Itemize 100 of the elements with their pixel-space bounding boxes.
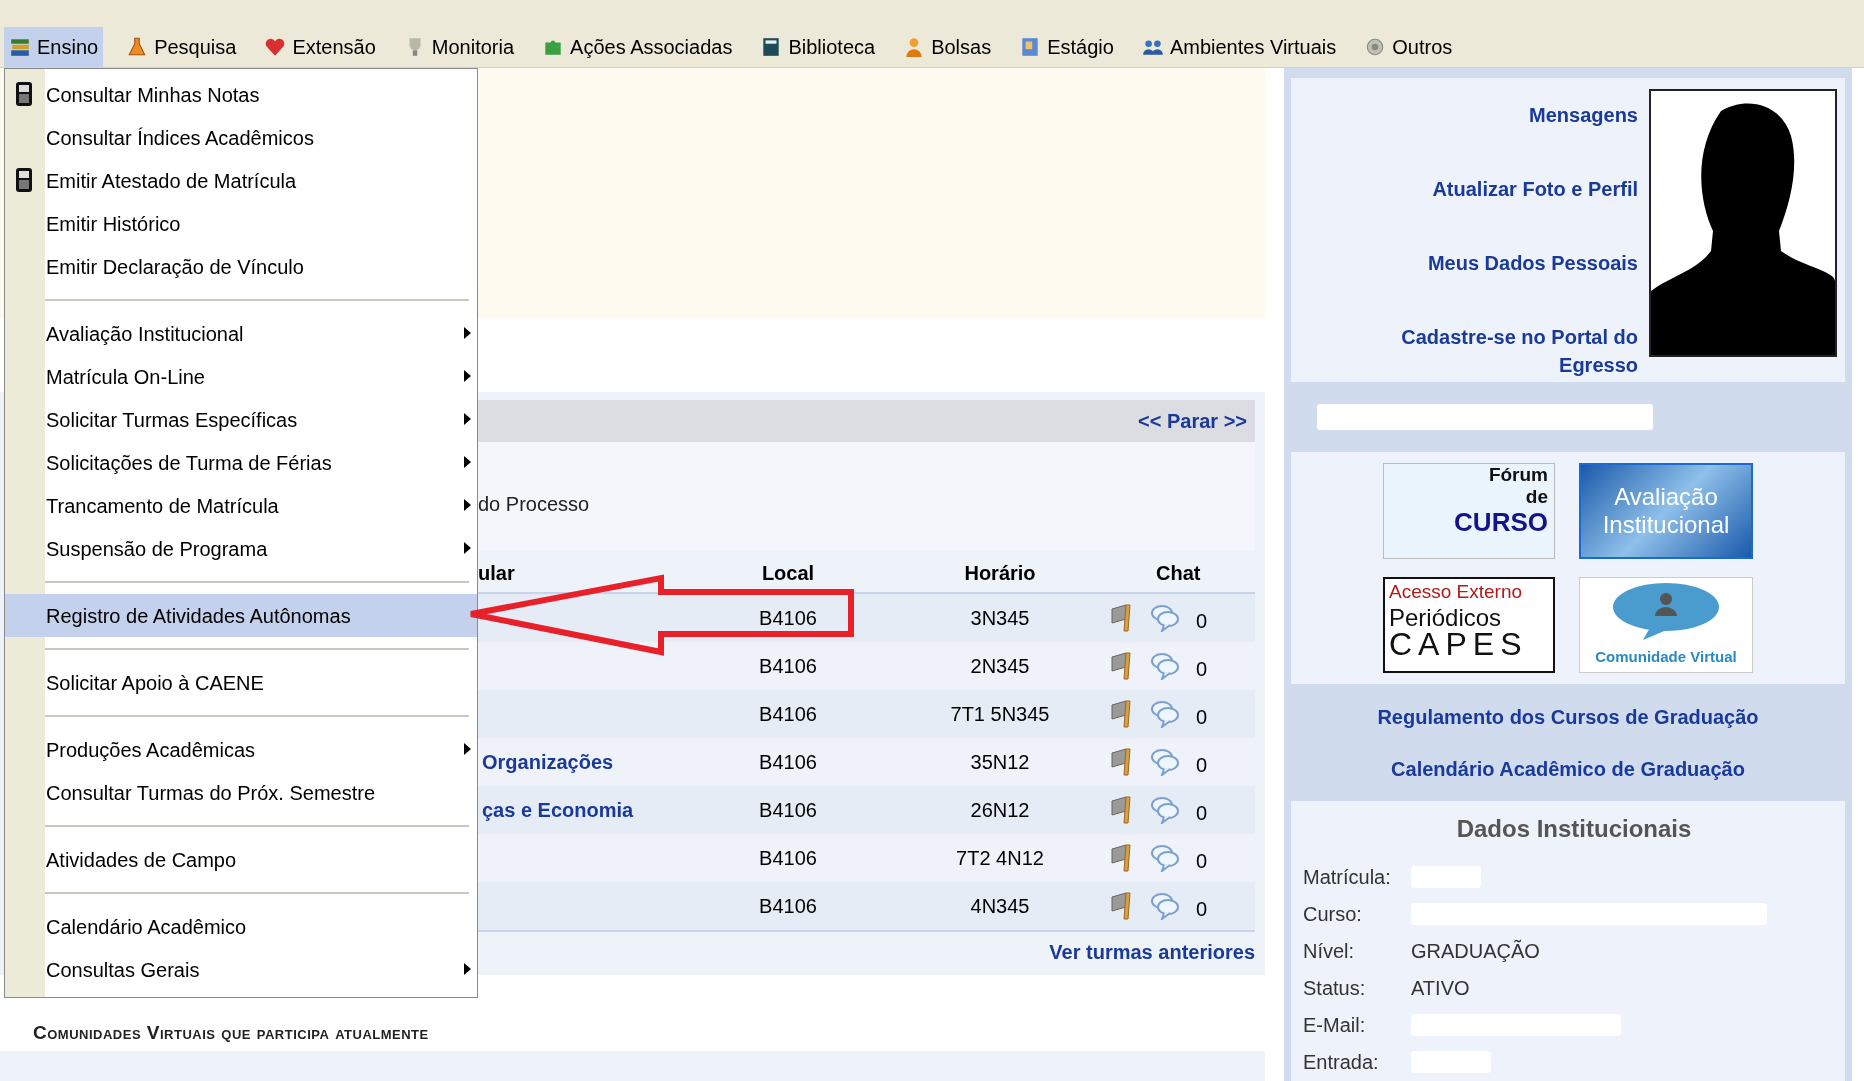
people-bubble-icon — [1611, 581, 1721, 640]
speech-bubbles-icon[interactable] — [1150, 652, 1180, 680]
speech-bubbles-icon[interactable] — [1150, 892, 1180, 920]
table-cell: B4106 — [759, 655, 817, 677]
menu-item[interactable]: Consultar Minhas Notas — [5, 73, 477, 116]
chat-count: 0 — [1196, 801, 1208, 826]
speech-bubbles-icon[interactable] — [1150, 604, 1180, 632]
menu-tab[interactable]: Outros — [1359, 27, 1458, 67]
forum-banner[interactable]: Fórum de CURSO — [1383, 463, 1555, 560]
speech-bubbles-icon[interactable] — [1150, 700, 1180, 728]
field-label: Curso: — [1303, 902, 1363, 928]
submenu-arrow-icon — [464, 542, 471, 554]
menu-item[interactable]: Calendário Acadêmico — [5, 905, 477, 948]
menu-item[interactable]: Suspensão de Programa — [5, 527, 477, 570]
column-header: ular — [478, 562, 515, 584]
menu-item[interactable]: Emitir Atestado de Matrícula — [5, 159, 477, 202]
menu-tab[interactable]: Ações Associadas — [537, 27, 738, 67]
submenu-arrow-icon — [464, 370, 471, 382]
chat-count: 0 — [1196, 849, 1208, 874]
submenu-arrow-icon — [464, 743, 471, 755]
menu-item[interactable]: Consultas Gerais — [5, 948, 477, 991]
menu-tab[interactable]: Bolsas — [898, 27, 997, 67]
table-cell: B4106 — [759, 847, 817, 869]
menu-item[interactable]: Produções Acadêmicas — [5, 728, 477, 771]
menu-item[interactable]: Avaliação Institucional — [5, 312, 477, 355]
menu-item[interactable]: Emitir Declaração de Vínculo — [5, 245, 477, 288]
column-header: Chat — [1156, 562, 1201, 584]
phone-icon — [15, 81, 33, 107]
menu-item[interactable]: Registro de Atividades Autônomas — [5, 594, 477, 637]
menu-tab[interactable]: Ensino — [4, 27, 104, 67]
chat-count: 0 — [1196, 705, 1208, 730]
menu-item[interactable]: Consultar Turmas do Próx. Semestre — [5, 771, 477, 814]
menu-tab[interactable]: Monitoria — [398, 27, 520, 67]
profile-link[interactable]: Meus Dados Pessoais — [1338, 249, 1638, 277]
table-cell: 35N12 — [970, 751, 1030, 773]
submenu-arrow-icon — [464, 327, 471, 339]
submenu-arrow-icon — [464, 413, 471, 425]
chat-count: 0 — [1196, 753, 1208, 778]
submenu-arrow-icon — [464, 963, 471, 975]
flag-icon[interactable] — [1108, 651, 1134, 681]
speech-bubbles-icon[interactable] — [1150, 796, 1180, 824]
field-label: Entrada: — [1303, 1050, 1380, 1076]
history-link[interactable]: Ver turmas anteriores — [1049, 937, 1255, 967]
table-cell: B4106 — [759, 751, 817, 773]
table-cell: 4N345 — [970, 895, 1030, 917]
menu-item[interactable]: Matrícula On-Line — [5, 355, 477, 398]
chat-count: 0 — [1196, 657, 1208, 682]
table-cell: B4106 — [759, 895, 817, 917]
speech-bubbles-icon[interactable] — [1150, 844, 1180, 872]
page-link[interactable]: Calendário Acadêmico de Graduação — [1391, 753, 1745, 784]
capes-banner[interactable]: Acesso Externo Periódicos CAPES — [1383, 577, 1555, 674]
table-cell: 7T2 4N12 — [956, 847, 1044, 869]
submenu-arrow-icon — [464, 499, 471, 511]
table-cell: B4106 — [759, 607, 817, 629]
flag-icon[interactable] — [1108, 699, 1134, 729]
chat-count: 0 — [1196, 897, 1208, 922]
nav-link[interactable]: << Parar >> — [1138, 406, 1247, 436]
flag-icon[interactable] — [1108, 891, 1134, 921]
info-text: do Processo — [478, 492, 590, 517]
flag-icon[interactable] — [1108, 795, 1134, 825]
menu-item[interactable]: Atividades de Campo — [5, 838, 477, 881]
speech-bubbles-icon[interactable] — [1150, 748, 1180, 776]
flag-icon[interactable] — [1108, 843, 1134, 873]
menu-tab[interactable]: Ambientes Virtuais — [1136, 27, 1342, 67]
menu-item[interactable]: Emitir Histórico — [5, 202, 477, 245]
table-cell: 26N12 — [970, 799, 1030, 821]
field-label: E-Mail: — [1303, 1013, 1367, 1039]
column-header: Horário — [964, 562, 1036, 584]
column-header: Local — [761, 562, 815, 584]
table-cell: B4106 — [759, 799, 817, 821]
table-cell: 3N345 — [970, 607, 1030, 629]
flag-icon[interactable] — [1108, 747, 1134, 777]
card-title: Dados Institucionais — [1456, 815, 1692, 842]
field-value: GRADUAÇÃO — [1411, 938, 1540, 965]
menu-tab[interactable]: Extensão — [259, 27, 381, 67]
menu-item[interactable]: Trancamento de Matrícula — [5, 484, 477, 527]
community-banner[interactable]: Comunidade Virtual — [1579, 577, 1753, 674]
menu-item[interactable]: Solicitar Turmas Específicas — [5, 398, 477, 441]
course-link[interactable]: ças e Economia — [478, 799, 634, 821]
menu-tab[interactable]: Pesquisa — [121, 27, 242, 67]
section-heading: Comunidades Virtuais que participa atualmente — [33, 1020, 429, 1045]
profile-link[interactable]: Atualizar Foto e Perfil — [1338, 175, 1638, 203]
course-link[interactable]: Organizações — [478, 751, 614, 773]
field-value: ATIVO — [1411, 976, 1470, 1002]
page-link[interactable]: Regulamento dos Cursos de Graduação — [1377, 701, 1759, 732]
flag-icon[interactable] — [1108, 603, 1134, 633]
menu-tab[interactable]: Estágio — [1014, 27, 1119, 67]
chat-count: 0 — [1196, 609, 1208, 634]
menu-tab[interactable]: Biblioteca — [755, 27, 881, 67]
menu-item[interactable]: Consultar Índices Acadêmicos — [5, 116, 477, 159]
phone-icon — [15, 167, 33, 193]
menu-item[interactable]: Solicitar Apoio à CAENE — [5, 661, 477, 704]
profile-link[interactable]: Cadastre-se no Portal do Egresso — [1338, 323, 1638, 379]
submenu-arrow-icon — [464, 456, 471, 468]
menu-item[interactable]: Solicitações de Turma de Férias — [5, 441, 477, 484]
table-cell: B4106 — [759, 703, 817, 725]
field-label: Matrícula: — [1303, 865, 1392, 891]
books-icon — [9, 36, 31, 58]
table-cell: 7T1 5N345 — [950, 703, 1050, 725]
profile-link[interactable]: Mensagens — [1338, 101, 1638, 129]
